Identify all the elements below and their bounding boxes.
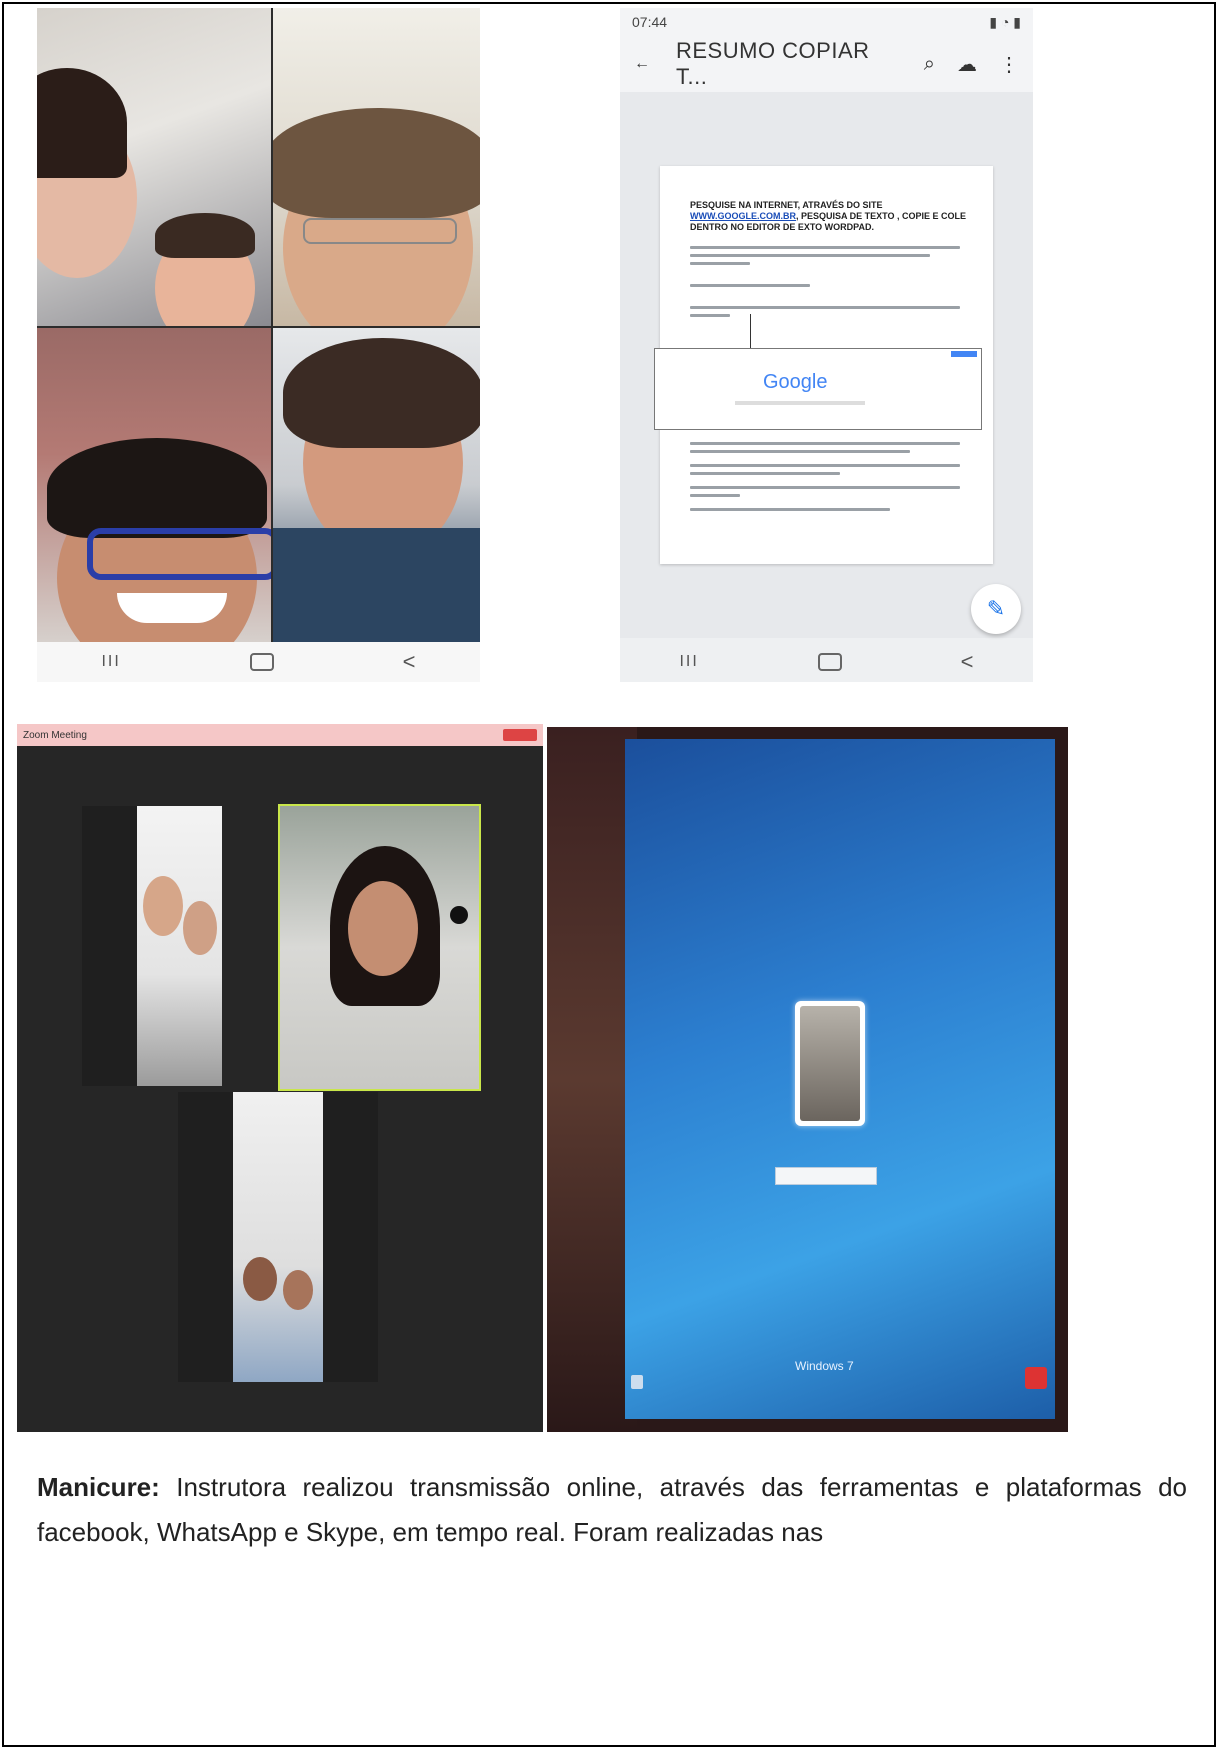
- participant-face: [348, 881, 418, 976]
- laptop-login-photo: Windows 7: [547, 727, 1068, 1432]
- text-line: [690, 494, 740, 497]
- search-bar: [735, 401, 865, 405]
- app-bar: ← RESUMO COPIAR T... ⌕ ☁ ⋮: [620, 36, 1033, 92]
- windows-logo: Windows 7: [795, 1359, 854, 1373]
- home-button[interactable]: [249, 653, 274, 671]
- document-heading: PESQUISE NA INTERNET, ATRAVÉS DO SITE WW…: [690, 200, 970, 233]
- text-line: [690, 464, 960, 467]
- google-logo: Google: [763, 371, 828, 394]
- caption-text: Instrutora realizou transmissão online, …: [37, 1472, 1187, 1547]
- participant-video-1: [82, 806, 222, 1086]
- video-tile-woman-glasses: [273, 8, 480, 326]
- more-options-icon[interactable]: ⋮: [999, 52, 1019, 77]
- video-conference-window: Zoom Meeting: [17, 724, 543, 1432]
- back-arrow-icon[interactable]: ←: [634, 55, 650, 73]
- video-tile-woman-kiss: [273, 328, 480, 642]
- user-avatar: [795, 1001, 865, 1126]
- text-line: [690, 442, 960, 445]
- wall-clock: [450, 906, 468, 924]
- video-feed: [233, 1092, 323, 1382]
- text-line: [690, 508, 890, 511]
- participant-face: [183, 901, 217, 955]
- participant-hair: [37, 68, 127, 178]
- recent-apps-button[interactable]: III: [101, 653, 120, 671]
- background-fabric: [547, 727, 637, 1432]
- video-feed: [137, 806, 222, 1086]
- text-line: [690, 262, 750, 265]
- recent-apps-button[interactable]: III: [679, 653, 698, 671]
- text-line: [690, 450, 910, 453]
- video-tile-mother-child: [37, 8, 271, 326]
- document-title: RESUMO COPIAR T...: [676, 38, 870, 89]
- participant-hair: [47, 438, 267, 538]
- text-line: [690, 284, 810, 287]
- window-titlebar: Zoom Meeting: [17, 724, 543, 746]
- edit-pencil-button[interactable]: ✎: [971, 584, 1021, 634]
- pencil-icon: ✎: [986, 596, 1006, 621]
- participant-hair: [283, 338, 480, 448]
- document-page: PESQUISE NA INTERNET, ATRAVÉS DO SITE WW…: [654, 166, 993, 564]
- blouse: [273, 528, 480, 642]
- text-line: [690, 246, 960, 249]
- shutdown-button[interactable]: [1025, 1367, 1047, 1389]
- ease-of-access-icon[interactable]: [631, 1375, 643, 1389]
- window-title: Zoom Meeting: [23, 729, 87, 741]
- password-field[interactable]: [775, 1167, 877, 1185]
- koala-picture: [800, 1006, 860, 1121]
- text-line: [690, 314, 730, 317]
- video-tile-smiling-glasses: [37, 328, 271, 642]
- text-line: [690, 472, 840, 475]
- android-nav-bar: III <: [620, 642, 1033, 682]
- home-button[interactable]: [817, 653, 842, 671]
- back-button[interactable]: <: [403, 649, 416, 675]
- participant-face: [243, 1257, 277, 1301]
- google-logo-text: Google: [763, 371, 828, 393]
- document-viewer: PESQUISE NA INTERNET, ATRAVÉS DO SITE WW…: [620, 92, 1033, 638]
- phone-document-screenshot: 07:44 ▮ ◔ ▮ ← RESUMO COPIAR T... ⌕ ☁ ⋮ P…: [620, 8, 1033, 682]
- caption-paragraph: Manicure: Instrutora realizou transmissã…: [37, 1465, 1187, 1555]
- participant-face: [143, 876, 183, 936]
- laptop-screen: Windows 7: [625, 739, 1055, 1419]
- cloud-upload-icon[interactable]: ☁: [957, 52, 977, 77]
- glasses: [303, 218, 457, 244]
- caption-label: Manicure:: [37, 1472, 160, 1502]
- google-link[interactable]: WWW.GOOGLE.COM.BR: [690, 211, 796, 221]
- participant-video-active: [278, 804, 481, 1091]
- text-line: [690, 306, 960, 309]
- file-search-icon[interactable]: ⌕: [924, 53, 935, 76]
- window-controls[interactable]: [503, 729, 537, 741]
- text-line: [690, 254, 930, 257]
- video-call-grid: III <: [37, 8, 480, 682]
- status-time: 07:44: [632, 14, 668, 30]
- heading-text: PESQUISE NA INTERNET, ATRAVÉS DO SITE: [690, 200, 883, 210]
- status-bar: 07:44 ▮ ◔ ▮: [620, 8, 1033, 36]
- participant-hair: [155, 213, 255, 258]
- smile: [117, 593, 227, 623]
- text-line: [690, 486, 960, 489]
- participant-video-3: [178, 1092, 378, 1382]
- status-icons: ▮ ◔ ▮: [989, 13, 1021, 30]
- back-button[interactable]: <: [961, 649, 974, 675]
- glasses: [87, 528, 271, 580]
- sign-in-button: [951, 351, 977, 357]
- participant-hair: [273, 108, 480, 218]
- participant-face: [283, 1270, 313, 1310]
- android-nav-bar: III <: [37, 642, 480, 682]
- google-screenshot: Google: [654, 348, 982, 430]
